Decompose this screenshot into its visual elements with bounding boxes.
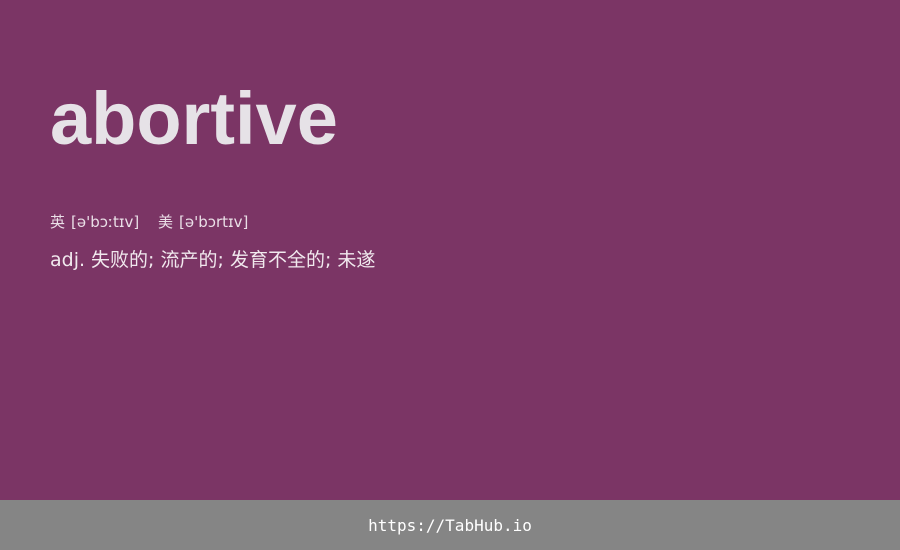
- footer-bar: https://TabHub.io: [0, 500, 900, 550]
- tabhub-link[interactable]: https://TabHub.io: [368, 516, 532, 535]
- phonetic-uk: 英 [ə'bɔːtɪv]: [50, 212, 139, 232]
- phonetic-uk-label: 英: [50, 213, 66, 231]
- word-card: abortive 英 [ə'bɔːtɪv] 美 [ə'bɔrtɪv] adj. 失败…: [0, 0, 900, 500]
- phonetic-us: 美 [ə'bɔrtɪv]: [158, 212, 248, 232]
- phonetic-us-ipa: [ə'bɔrtɪv]: [179, 213, 249, 231]
- phonetics-row: 英 [ə'bɔːtɪv] 美 [ə'bɔrtɪv]: [50, 212, 262, 232]
- phonetic-us-label: 美: [158, 213, 174, 231]
- definition-text: adj. 失败的; 流产的; 发育不全的; 未遂: [50, 249, 376, 271]
- word-title: abortive: [50, 77, 338, 160]
- phonetic-uk-ipa: [ə'bɔːtɪv]: [71, 213, 140, 231]
